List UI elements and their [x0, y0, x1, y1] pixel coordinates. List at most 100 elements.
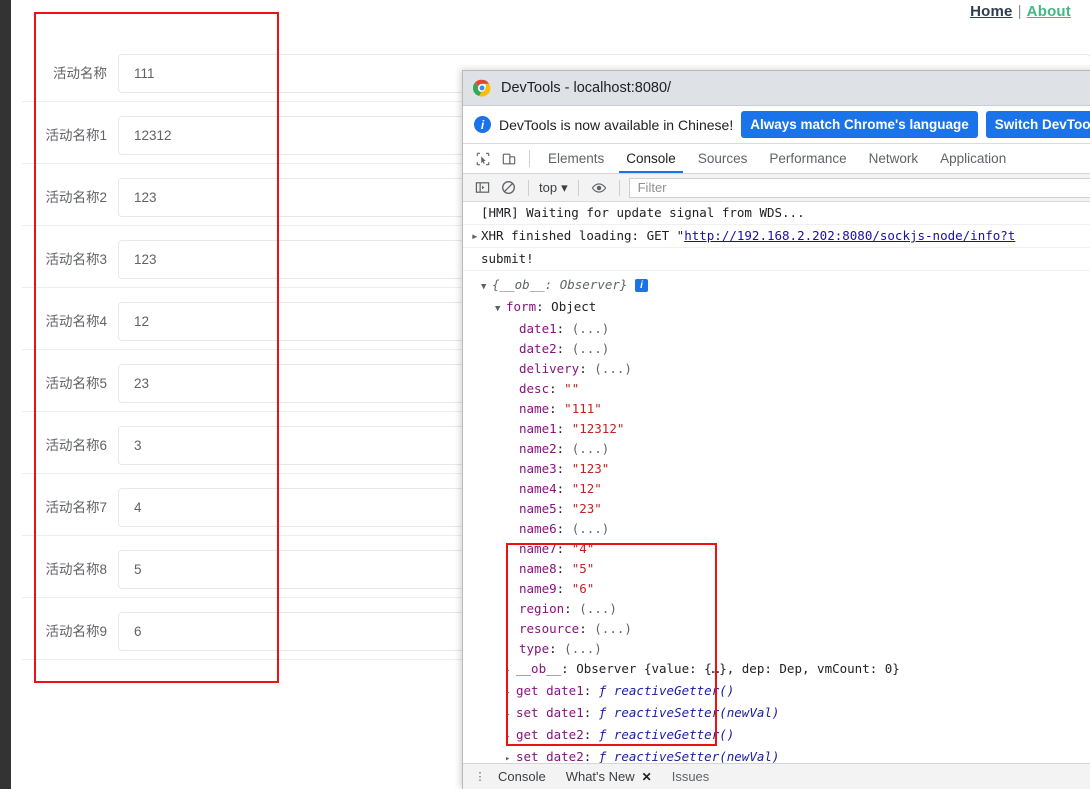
expand-arrow-icon[interactable]: ▸: [505, 705, 516, 725]
property-value: "123": [571, 461, 610, 476]
device-toolbar-icon[interactable]: [496, 144, 522, 173]
clear-console-icon[interactable]: [495, 180, 521, 195]
inspect-element-icon[interactable]: [470, 144, 496, 173]
form-label: 活动名称6: [45, 438, 107, 453]
property-key: date1: [519, 321, 557, 336]
devtools-title: DevTools - localhost:8080/: [501, 80, 672, 96]
live-expression-eye-icon[interactable]: [586, 180, 612, 196]
accessor-key: set date2: [516, 749, 584, 764]
console-sidebar-icon[interactable]: [469, 180, 495, 195]
nav-link-about[interactable]: About: [1025, 3, 1073, 20]
accessor-function: reactiveGetter(): [613, 683, 735, 698]
execution-context-selector[interactable]: top ▾: [536, 180, 571, 196]
console-message-text: XHR finished loading: GET ": [481, 228, 685, 243]
expand-arrow-icon[interactable]: ▸: [505, 661, 516, 681]
close-icon[interactable]: ✕: [642, 770, 652, 784]
object-tree-property: name7: "4": [519, 541, 595, 556]
collapse-arrow-icon[interactable]: ▼: [481, 277, 492, 297]
toolbar-divider-2: [577, 179, 579, 196]
property-value: "5": [571, 561, 595, 576]
drawer-tab-console[interactable]: Console: [488, 769, 556, 784]
object-tree-property: date2: (...): [519, 341, 610, 356]
devtools-window: DevTools - localhost:8080/ i DevTools is…: [462, 70, 1090, 789]
accessor-key: get date2: [516, 727, 584, 742]
accessor-key: get date1: [516, 683, 584, 698]
property-value: "111": [564, 401, 602, 416]
form-label: 活动名称7: [45, 500, 107, 515]
object-tree-accessor: ▸ get date2: ƒ reactiveGetter(): [481, 725, 1090, 747]
object-tree-property: type: (...): [519, 641, 602, 656]
object-tree-property: resource: (...): [519, 621, 632, 636]
switch-devtools-language-button[interactable]: Switch DevToo: [985, 111, 1090, 138]
tab-sources[interactable]: Sources: [687, 144, 759, 173]
form-label: 活动名称1: [45, 128, 107, 143]
form-input-value: 5: [134, 562, 142, 577]
property-key: delivery: [519, 361, 580, 376]
devtools-drawer-tabbar: ⋮ Console What's New ✕ Issues: [463, 763, 1090, 789]
accessor-function: reactiveGetter(): [613, 727, 735, 742]
property-key: name8: [519, 561, 557, 576]
object-tree-property: name3: "123": [519, 461, 610, 476]
console-message-link[interactable]: http://192.168.2.202:8080/sockjs-node/in…: [684, 228, 1015, 243]
tab-network[interactable]: Network: [858, 144, 930, 173]
property-value: (...): [571, 441, 610, 456]
tab-application[interactable]: Application: [929, 144, 1017, 173]
property-value: "23": [571, 501, 602, 516]
accessor-function: reactiveSetter(newVal): [613, 705, 780, 720]
property-key: region: [519, 601, 565, 616]
info-icon: i: [474, 116, 491, 133]
console-filter-input[interactable]: Filter: [628, 177, 1090, 198]
info-badge-icon[interactable]: i: [635, 279, 648, 292]
toolbar-divider-3: [618, 179, 620, 196]
expand-arrow-icon[interactable]: ▸: [471, 228, 479, 244]
drawer-more-icon[interactable]: ⋮: [472, 771, 488, 782]
tab-elements[interactable]: Elements: [537, 144, 615, 173]
property-value: (...): [571, 521, 610, 536]
form-label: 活动名称4: [45, 314, 107, 329]
console-message: ▸ XHR finished loading: GET "http://192.1…: [463, 225, 1090, 248]
property-key: name: [519, 401, 550, 416]
object-tree-form-node: ▼ form: Object: [481, 297, 1090, 319]
site-nav: Home | About: [968, 3, 1073, 20]
property-value: (...): [579, 601, 617, 616]
drawer-tab-label: What's New: [565, 769, 635, 784]
property-key: name5: [519, 501, 557, 516]
function-icon: ƒ: [598, 749, 614, 764]
tab-console[interactable]: Console: [615, 144, 687, 173]
console-message: [HMR] Waiting for update signal from WDS…: [463, 202, 1090, 225]
property-key: name9: [519, 581, 557, 596]
banner-message: DevTools is now available in Chinese!: [499, 116, 734, 133]
form-input-value: 6: [134, 624, 142, 639]
drawer-tab-what-s-new[interactable]: What's New ✕: [556, 769, 662, 784]
object-tree-property: name4: "12": [519, 481, 602, 496]
object-tree-property: name1: "12312": [519, 421, 625, 436]
function-icon: ƒ: [598, 705, 614, 720]
property-key: type: [519, 641, 550, 656]
object-tree-property: delivery: (...): [519, 361, 632, 376]
form-input-value: 23: [134, 376, 150, 391]
object-tree-property: name5: "23": [519, 501, 602, 516]
always-match-language-button[interactable]: Always match Chrome's language: [741, 111, 978, 138]
expand-arrow-icon[interactable]: ▸: [505, 727, 516, 747]
property-key: name7: [519, 541, 557, 556]
console-output[interactable]: [HMR] Waiting for update signal from WDS…: [463, 202, 1090, 789]
property-value: "6": [571, 581, 595, 596]
object-tree-property: name2: (...): [519, 441, 610, 456]
object-tree-property: desc: "": [519, 381, 580, 396]
property-value: (...): [594, 621, 632, 636]
tabbar-divider: [529, 150, 530, 167]
property-key: name3: [519, 461, 557, 476]
collapse-arrow-icon[interactable]: ▼: [495, 299, 506, 319]
form-input-value: 111: [134, 66, 155, 81]
property-key: date2: [519, 341, 557, 356]
property-key: desc: [519, 381, 550, 396]
drawer-tab-issues[interactable]: Issues: [662, 769, 720, 784]
console-toolbar: top ▾ Filter: [463, 174, 1090, 202]
console-messages: [HMR] Waiting for update signal from WDS…: [463, 202, 1090, 271]
object-tree-accessor: ▸ get date1: ƒ reactiveGetter(): [481, 681, 1090, 703]
form-input-value: 123: [134, 190, 157, 205]
tab-performance[interactable]: Performance: [758, 144, 857, 173]
expand-arrow-icon[interactable]: ▸: [505, 683, 516, 703]
nav-link-home[interactable]: Home: [968, 3, 1014, 20]
accessor-function: reactiveSetter(newVal): [613, 749, 780, 764]
